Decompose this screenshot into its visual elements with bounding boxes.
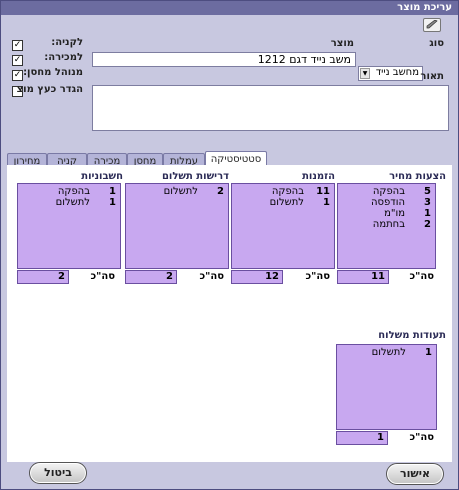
description-label: תאור (420, 71, 444, 82)
group-title: תעודות משלוח (378, 330, 446, 341)
statistics-panel: הצעות מחיר 5 בהפקה 3 הודפסה 1 מו"מ 2 בחתמה 1… (7, 165, 452, 462)
product-name-value: משב נייד דגם 1212 (257, 53, 351, 66)
list-item[interactable]: 1 מו"מ (342, 208, 431, 219)
total-label: סה"כ (90, 271, 115, 282)
list-item[interactable]: 1 לתשלום (22, 197, 116, 208)
group-title: דרישות תשלום (161, 171, 229, 182)
list-item[interactable]: 5 בהפקה (342, 186, 431, 197)
checkbox-for-sale[interactable]: ✓ (12, 55, 23, 66)
cancel-button[interactable]: ביטול (29, 462, 87, 484)
group-total: 12 (231, 270, 283, 284)
total-label: סה"כ (409, 432, 434, 443)
title-bar: עריכת מוצר (1, 1, 458, 15)
list-item[interactable]: 2 בחתמה (342, 219, 431, 230)
group-list-box: 2 לתשלום (125, 183, 229, 269)
type-select[interactable]: ▼ מחשב נייד (358, 66, 423, 81)
ok-button[interactable]: אישור (386, 463, 444, 485)
description-field[interactable] (92, 85, 449, 131)
group-total: 2 (125, 270, 177, 284)
list-item[interactable]: 1 לתשלום (236, 197, 330, 208)
chevron-down-icon[interactable]: ▼ (360, 68, 370, 79)
list-item[interactable]: 11 בהפקה (236, 186, 330, 197)
total-label: סה"כ (305, 271, 330, 282)
group-title: הצעות מחיר (389, 171, 446, 182)
type-label: סוג (429, 38, 444, 49)
group-list-box: 1 בהפקה 1 לתשלום (17, 183, 121, 269)
checkbox-for-sale-label: למכירה: (44, 52, 83, 63)
group-total: 11 (337, 270, 389, 284)
type-select-value: מחשב נייד (375, 67, 419, 78)
checkbox-warehouse-managed-label: מנוהל מחסן: (23, 67, 83, 78)
checkbox-product-tree-label: הגדר כעץ מוצ (16, 84, 83, 95)
total-label: סה"כ (409, 271, 434, 282)
product-edit-window: עריכת מוצר סוג מוצר ▼ מחשב נייד משב נייד… (0, 0, 459, 490)
list-item[interactable]: 3 הודפסה (342, 197, 431, 208)
group-list-box: 1 לתשלום (336, 344, 437, 430)
total-label: סה"כ (199, 271, 224, 282)
window-content: סוג מוצר ▼ מחשב נייד משב נייד דגם 1212 ת… (1, 15, 458, 489)
list-item[interactable]: 2 לתשלום (130, 186, 224, 197)
checkbox-for-purchase-label: לקניה: (51, 37, 83, 48)
group-total: 1 (336, 431, 388, 445)
group-total: 2 (17, 270, 69, 284)
group-title: הזמנות (302, 171, 335, 182)
list-item[interactable]: 1 בהפקה (22, 186, 116, 197)
checkbox-warehouse-managed[interactable]: ✓ (12, 70, 23, 81)
group-title: חשבוניות (81, 171, 123, 182)
window-title: עריכת מוצר (397, 2, 452, 13)
group-list-box: 5 בהפקה 3 הודפסה 1 מו"מ 2 בחתמה (337, 183, 436, 269)
list-item[interactable]: 1 לתשלום (341, 347, 432, 358)
product-label: מוצר (330, 38, 354, 49)
edit-icon[interactable] (423, 18, 441, 32)
checkbox-for-purchase[interactable]: ✓ (12, 40, 23, 51)
product-name-field[interactable]: משב נייד דגם 1212 (92, 52, 356, 67)
group-list-box: 11 בהפקה 1 לתשלום (231, 183, 335, 269)
